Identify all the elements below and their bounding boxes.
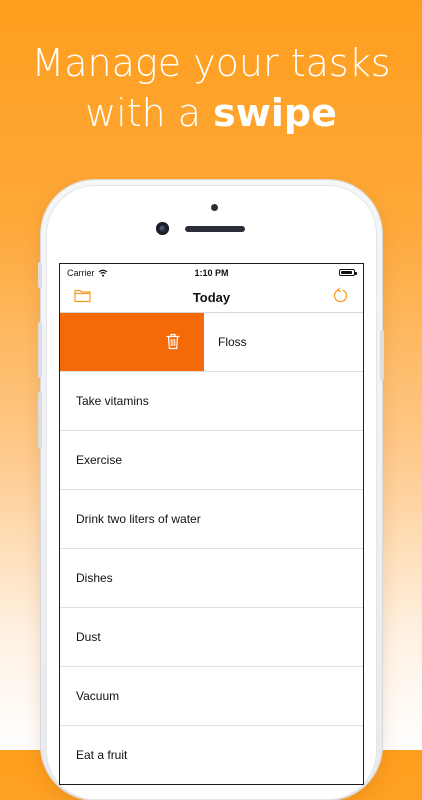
- task-list: Floss Take vitamins Exercise Drink two l…: [60, 313, 363, 784]
- phone-sensor: [211, 204, 218, 211]
- phone-volume-up: [38, 322, 42, 378]
- task-label: Eat a fruit: [76, 748, 128, 762]
- headline-emphasis: swipe: [213, 91, 337, 135]
- navigation-bar: Today: [60, 282, 363, 313]
- task-label: Vacuum: [76, 689, 120, 703]
- task-label: Floss: [218, 335, 247, 349]
- task-label: Take vitamins: [76, 394, 149, 408]
- headline-line-2-prefix: with a: [85, 91, 214, 135]
- status-time: 1:10 PM: [194, 268, 229, 278]
- task-row[interactable]: Drink two liters of water: [60, 490, 363, 549]
- task-row[interactable]: Dishes: [60, 549, 363, 608]
- task-label: Drink two liters of water: [76, 512, 201, 526]
- headline: Manage your tasks with a swipe: [0, 38, 422, 138]
- phone-volume-down: [38, 392, 42, 448]
- status-bar: Carrier 1:10 PM: [60, 264, 363, 282]
- task-label: Exercise: [76, 453, 123, 467]
- refresh-button[interactable]: [332, 287, 349, 309]
- task-row[interactable]: Dust: [60, 608, 363, 667]
- task-row-floss[interactable]: Floss: [60, 313, 363, 372]
- refresh-icon: [333, 287, 348, 303]
- delete-action-button[interactable]: [60, 313, 204, 371]
- page-title: Today: [192, 290, 231, 305]
- headline-line-2: with a swipe: [0, 88, 422, 138]
- task-label: Dust: [76, 630, 101, 644]
- battery-icon: [339, 269, 357, 276]
- task-label: Dishes: [76, 571, 113, 585]
- phone-speaker: [185, 226, 245, 232]
- headline-line-1: Manage your tasks: [31, 41, 391, 85]
- task-row[interactable]: Take vitamins: [60, 372, 363, 431]
- front-camera: [156, 222, 169, 235]
- task-row[interactable]: Eat a fruit: [60, 726, 363, 784]
- app-screen: Carrier 1:10 PM Today Floss Take vitamin…: [59, 263, 364, 785]
- battery-level: [341, 271, 353, 274]
- task-row[interactable]: Exercise: [60, 431, 363, 490]
- task-row[interactable]: Vacuum: [60, 667, 363, 726]
- phone-power-button: [380, 330, 384, 380]
- phone-mute-switch: [38, 262, 42, 288]
- trash-icon: [166, 333, 180, 350]
